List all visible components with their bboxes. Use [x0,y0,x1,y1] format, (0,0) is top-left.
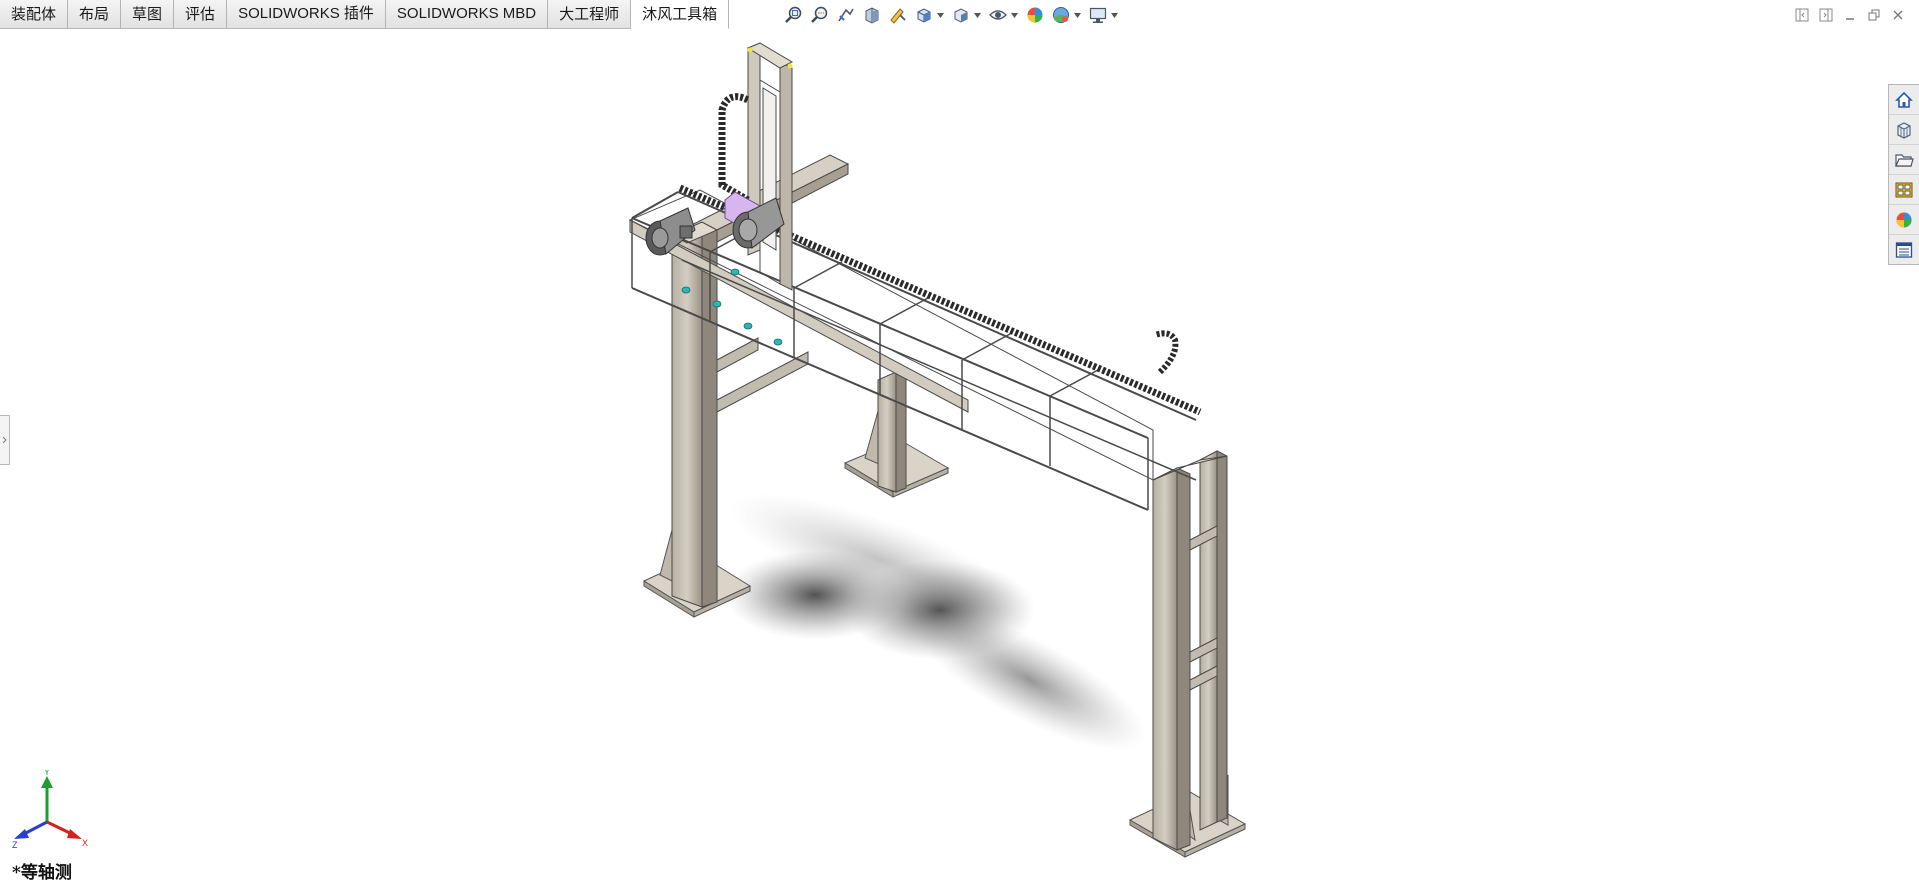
tab-solidworks-addins[interactable]: SOLIDWORKS 插件 [227,0,386,28]
dynamic-annotation-icon[interactable] [887,4,909,26]
close-icon[interactable] [1889,6,1907,24]
feature-manager-expand-handle[interactable] [0,415,10,465]
vertical-drag-chain [718,93,750,204]
right-post [1152,450,1228,851]
task-pane [1888,84,1919,265]
view-orientation-dropdown[interactable] [936,4,944,26]
design-library-icon[interactable] [1889,115,1919,145]
hide-show-dropdown[interactable] [1010,4,1018,26]
view-settings-dropdown[interactable] [1110,4,1118,26]
apply-scene-dropdown[interactable] [1073,4,1081,26]
x-arrow [67,829,82,839]
vertical-axis-column [746,42,794,291]
tab-solidworks-mbd[interactable]: SOLIDWORKS MBD [385,0,549,28]
display-style-icon[interactable] [950,4,972,26]
expand-arrow-icon [2,436,7,444]
z-label: Z [12,840,18,850]
tab-mufeng-toolbox[interactable]: 沐风工具箱 [631,0,730,29]
minimize-icon[interactable] [1841,6,1859,24]
view-orientation-label: *等轴测 [12,863,72,883]
tile-right-icon[interactable] [1817,6,1835,24]
restore-icon[interactable] [1865,6,1883,24]
tab-evaluate[interactable]: 评估 [174,0,228,28]
apply-scene-icon[interactable] [1050,4,1072,26]
previous-view-icon[interactable] [835,4,857,26]
y-arrow [41,776,53,788]
heads-up-view-toolbar [783,3,1124,27]
tab-engineer[interactable]: 大工程师 [548,0,632,28]
y-label: Y [44,770,50,777]
solidworks-resources-icon[interactable] [1889,85,1919,115]
display-style-dropdown[interactable] [973,4,981,26]
ground-shadow [725,493,1147,751]
tile-left-icon[interactable] [1793,6,1811,24]
window-controls [1793,6,1907,24]
zoom-to-fit-icon[interactable] [783,4,805,26]
file-explorer-icon[interactable] [1889,145,1919,175]
tab-sketch[interactable]: 草图 [121,0,175,28]
view-palette-icon[interactable] [1889,175,1919,205]
coordinate-triad: Y X Z [12,770,88,850]
edit-appearance-icon[interactable] [1024,4,1046,26]
custom-properties-icon[interactable] [1889,235,1919,264]
model-viewport-gantry[interactable] [600,40,1300,870]
zoom-to-area-icon[interactable] [809,4,831,26]
tab-assembly[interactable]: 装配体 [0,0,69,28]
z-arrow [14,829,29,839]
command-manager-tabs: 装配体 布局 草图 评估 SOLIDWORKS 插件 SOLIDWORKS MB… [0,0,730,29]
x-label: X [82,838,88,848]
view-orientation-icon[interactable] [913,4,935,26]
section-view-icon[interactable] [861,4,883,26]
view-settings-icon[interactable] [1087,4,1109,26]
hide-show-items-icon[interactable] [987,4,1009,26]
appearances-scenes-icon[interactable] [1889,205,1919,235]
cable-drag-chain-end [1154,330,1179,375]
tab-layout[interactable]: 布局 [68,0,122,28]
middle-post [877,371,907,493]
